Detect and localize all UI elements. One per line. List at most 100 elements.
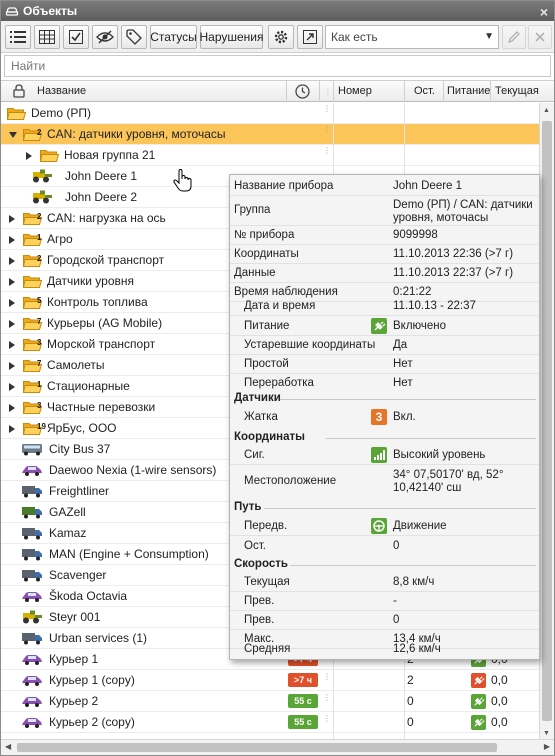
column-header-power[interactable]: Питание (444, 81, 491, 102)
list-icon (10, 31, 26, 43)
tree-item-label: CAN: датчики уровня, моточасы (47, 127, 226, 141)
tags-button[interactable] (121, 25, 147, 49)
hide-button[interactable] (92, 25, 118, 49)
column-header-number[interactable]: Номер (334, 81, 405, 102)
search-input[interactable] (4, 55, 551, 77)
folder-icon (23, 276, 42, 288)
tree-item-label: City Bus 37 (49, 442, 111, 456)
tooltip-row: Простой Нет (230, 355, 539, 374)
folder-count: 7 (37, 317, 42, 326)
truck-icon (22, 549, 42, 561)
column-header-stops[interactable]: Ост. (405, 81, 444, 102)
tree-item-label: Самолеты (47, 358, 105, 372)
time-badge: 55 с (288, 694, 318, 708)
row-menu-icon[interactable]: ⋮ (323, 715, 331, 723)
tree-object-row[interactable]: Курьер 2 55 с ⋮ 0 0,0 (1, 691, 539, 712)
statuses-button[interactable]: Статусы (150, 25, 197, 49)
truck-icon (22, 633, 42, 645)
time-badge: 55 с (288, 715, 318, 729)
toolbar: Статусы Нарушения Как есть ▼ (1, 21, 554, 53)
title-bar[interactable]: Объекты × (1, 1, 554, 21)
tree-item-label: John Deere 2 (65, 190, 138, 204)
tree-object-row[interactable]: Курьер 2 (copy) 55 с ⋮ 0 0,0 (1, 712, 539, 733)
tooltip-row: Переработка Нет (244, 377, 413, 389)
scroll-left-icon[interactable]: ◀ (5, 742, 11, 751)
truck-icon (22, 507, 42, 519)
list-view-button[interactable] (5, 25, 31, 49)
scroll-thumb[interactable] (542, 121, 552, 721)
delete-button[interactable] (528, 25, 552, 49)
scroll-right-icon[interactable]: ▶ (544, 742, 550, 751)
tree-folder-row[interactable]: Demo (РП) ⋮ (1, 103, 539, 124)
clock-icon (295, 84, 310, 99)
row-menu-icon[interactable]: ⋮ (323, 126, 331, 134)
window-title: Объекты (23, 4, 78, 18)
tooltip-row: Ост. 0 (244, 540, 400, 552)
tree-item-label: Новая группа 21 (64, 148, 156, 162)
row-menu-icon[interactable]: ⋮ (323, 147, 331, 155)
expand-closed-icon[interactable] (9, 236, 15, 244)
expand-closed-icon[interactable] (9, 257, 15, 265)
folder-count: 7 (37, 359, 42, 368)
section-divider (264, 508, 536, 509)
truck-icon (22, 486, 42, 498)
close-icon[interactable]: × (540, 2, 548, 22)
row-menu-icon[interactable]: ⋮ (323, 673, 331, 681)
folder-count: 3 (37, 401, 42, 410)
tree-item-label: Škoda Octavia (49, 589, 128, 603)
row-menu-icon[interactable]: ⋮ (323, 694, 331, 702)
expand-open-icon[interactable] (9, 132, 17, 138)
car-icon (22, 697, 42, 707)
edit-button[interactable] (502, 25, 526, 49)
vertical-scrollbar[interactable]: ▲ ▼ (539, 103, 554, 739)
tree-item-label: GAZell (49, 505, 86, 519)
export-button[interactable] (297, 25, 323, 49)
expand-closed-icon[interactable] (9, 341, 15, 349)
expand-closed-icon[interactable] (9, 362, 15, 370)
tree-item-label: Scavenger (49, 568, 107, 582)
tractor-icon (33, 169, 52, 183)
column-header-speed[interactable]: Текущая (491, 81, 539, 102)
folder-count: 1 (37, 233, 42, 242)
sort-dropdown-value: Как есть (331, 30, 378, 44)
scroll-down-icon[interactable]: ▼ (543, 730, 550, 737)
violations-button[interactable]: Нарушения (200, 25, 264, 49)
expand-closed-icon[interactable] (9, 383, 15, 391)
scroll-thumb[interactable] (17, 743, 497, 752)
checkbox-view-button[interactable] (63, 25, 89, 49)
folder-count: 19 (37, 422, 46, 431)
checkbox-icon (69, 30, 83, 44)
tree-object-row[interactable]: Курьер 1 (copy) >7 ч ⋮ 2 0,0 (1, 670, 539, 691)
tree-item-label: Курьеры (AG Mobile) (47, 316, 163, 330)
tree-folder-row[interactable]: 2 CAN: датчики уровня, моточасы ⋮ (1, 124, 539, 145)
expand-closed-icon[interactable] (9, 404, 15, 412)
section-path: Путь (234, 501, 262, 513)
car-icon (22, 676, 42, 686)
expand-closed-icon[interactable] (26, 152, 32, 160)
column-header-time[interactable] (287, 81, 320, 102)
tooltip-row: Жатка 3 Вкл. (244, 409, 416, 425)
tooltip-row: Дата и время 11.10.13 - 22:37 (230, 297, 539, 316)
column-header-name[interactable]: Название (1, 81, 287, 102)
plug-icon (471, 715, 486, 730)
expand-closed-icon[interactable] (9, 299, 15, 307)
tree-item-label: MAN (Engine + Consumption) (49, 547, 209, 561)
settings-button[interactable] (268, 25, 294, 49)
tree-folder-row[interactable]: Новая группа 21 ⋮ (1, 145, 539, 166)
tooltip-row: Группа Demo (РП) / CAN: датчики уровня, м… (230, 196, 539, 226)
sort-dropdown[interactable]: Как есть ▼ (325, 25, 499, 49)
tooltip-row: № прибора 9099998 (230, 226, 539, 245)
tooltip-row: Местоположение 34° 07,50170' вд, 52° 10,4… (244, 469, 504, 494)
column-handle[interactable]: ⋮ (320, 81, 334, 102)
table-view-button[interactable] (34, 25, 60, 49)
expand-closed-icon[interactable] (9, 425, 15, 433)
folder-icon (7, 108, 26, 120)
expand-closed-icon[interactable] (9, 320, 15, 328)
tractor-icon (33, 190, 52, 204)
scroll-up-icon[interactable]: ▲ (543, 107, 550, 114)
stops-value: 2 (407, 673, 414, 687)
horizontal-scrollbar[interactable]: ◀ ▶ (1, 739, 554, 755)
expand-closed-icon[interactable] (9, 215, 15, 223)
expand-closed-icon[interactable] (9, 278, 15, 286)
row-menu-icon[interactable]: ⋮ (323, 105, 331, 113)
